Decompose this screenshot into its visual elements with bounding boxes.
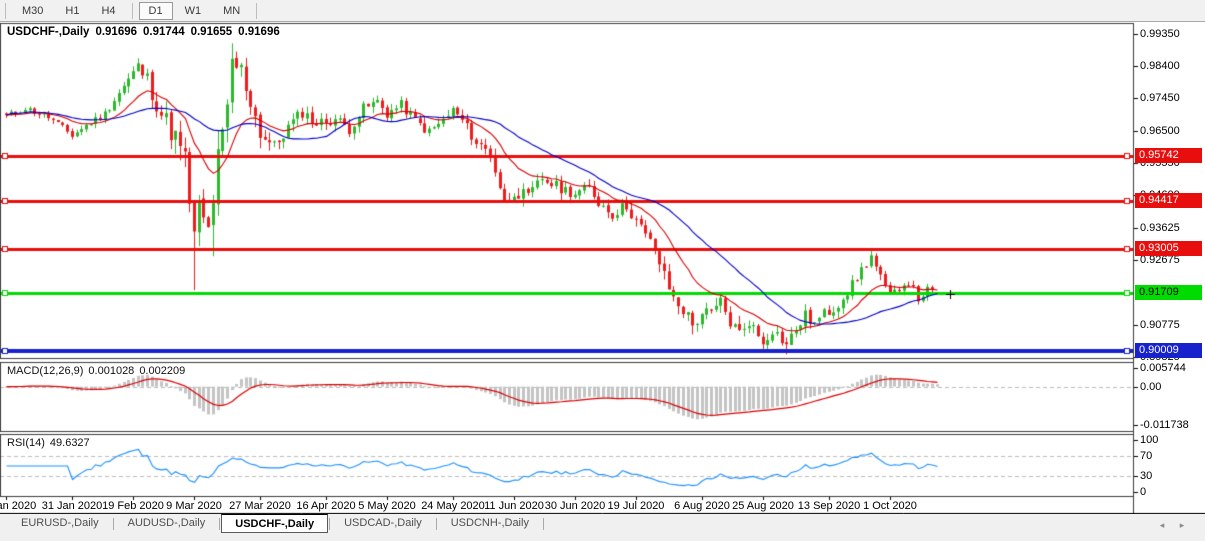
tab-divider [329, 518, 330, 530]
scroll-left-icon: ◂ [1160, 520, 1165, 530]
high-value: 0.91744 [143, 26, 185, 38]
timeframe-button-mn[interactable]: MN [213, 2, 250, 20]
tab-divider [436, 518, 437, 530]
timeframe-button-w1[interactable]: W1 [175, 2, 212, 20]
chart-tab-usdcad[interactable]: USDCAD-,Daily [331, 514, 435, 531]
toolbar-separator [132, 3, 133, 19]
macd-name: MACD(12,26,9) [7, 365, 83, 377]
timeframe-button-m30[interactable]: M30 [12, 2, 53, 20]
chart-tab-usdchf[interactable]: USDCHF-,Daily [221, 514, 328, 533]
timeframe-button-d1[interactable]: D1 [139, 2, 173, 20]
chart-tab-audusd[interactable]: AUDUSD-,Daily [115, 514, 219, 531]
macd-indicator-label: MACD(12,26,9) 0.001028 0.002209 [7, 365, 190, 377]
price-chart-canvas[interactable] [0, 0, 1205, 541]
timeframe-button-h1[interactable]: H1 [55, 2, 89, 20]
macd-main-value: 0.001028 [88, 365, 134, 377]
chart-title: USDCHF-,Daily 0.91696 0.91744 0.91655 0.9169… [7, 26, 286, 38]
chart-tab-eurusd[interactable]: EURUSD-,Daily [8, 514, 112, 531]
mt4-chart-window: M30H1H4 D1W1MN USDCHF-,Daily 0.91696 0.9174… [0, 0, 1205, 541]
toolbar-separator [256, 3, 257, 19]
open-value: 0.91696 [95, 26, 137, 38]
macd-signal-value: 0.002209 [139, 365, 185, 377]
chart-tabs: EURUSD-,DailyAUDUSD-,DailyUSDCHF-,DailyU… [8, 514, 545, 533]
timeframe-button-group: M30H1H4 D1W1MN [0, 2, 262, 20]
tabs-scroll-right-button[interactable]: ▸ [1175, 519, 1189, 531]
tab-divider [113, 518, 114, 530]
rsi-name: RSI(14) [7, 437, 45, 449]
chart-tab-bar: EURUSD-,DailyAUDUSD-,DailyUSDCHF-,DailyU… [0, 514, 1205, 541]
scroll-right-icon: ▸ [1180, 520, 1185, 530]
tabs-scroll-left-button[interactable]: ◂ [1155, 519, 1169, 531]
timeframe-button-h4[interactable]: H4 [91, 2, 125, 20]
rsi-indicator-label: RSI(14) 49.6327 [7, 437, 95, 449]
close-value: 0.91696 [238, 26, 280, 38]
tab-divider [219, 518, 220, 530]
symbol-name: USDCHF-,Daily [7, 26, 89, 38]
chart-tab-usdcnh[interactable]: USDCNH-,Daily [438, 514, 542, 531]
timeframe-toolbar: M30H1H4 D1W1MN [0, 0, 1205, 22]
rsi-value: 49.6327 [50, 437, 90, 449]
low-value: 0.91655 [191, 26, 233, 38]
toolbar-separator [5, 3, 6, 19]
tab-divider [543, 518, 544, 530]
